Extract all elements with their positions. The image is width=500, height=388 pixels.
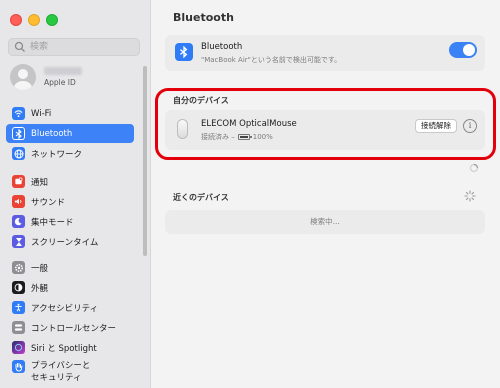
sidebar-search[interactable] [8,38,140,56]
sidebar-item-notifications[interactable]: 通知 [6,172,134,191]
sidebar-item-control-center[interactable]: コントロールセンター [6,318,134,337]
sidebar-item-general[interactable]: 一般 [6,258,134,277]
gear-icon [12,261,25,274]
control-center-icon [12,321,25,334]
sidebar-item-privacy-security[interactable]: プライバシーと セキュリティ [6,358,134,386]
apple-id-name-redacted [44,67,82,75]
speaker-icon [12,195,25,208]
zoom-button[interactable] [46,14,58,26]
accessibility-icon [12,301,25,314]
nearby-devices-card: 検索中... [165,210,485,234]
person-icon [14,69,32,90]
nearby-devices-heading: 近くのデバイス [173,193,229,202]
sidebar-item-label: 外観 [31,283,49,294]
sidebar-item-focus[interactable]: 集中モード [6,212,134,231]
sidebar-item-label: ネットワーク [31,149,83,160]
bluetooth-icon [175,43,193,61]
sidebar-item-siri-spotlight[interactable]: Siri と Spotlight [6,338,134,357]
sidebar-item-label: Bluetooth [31,128,73,139]
apple-id-label: Apple ID [44,78,76,87]
bluetooth-label: Bluetooth [201,42,243,52]
minimize-button[interactable] [28,14,40,26]
bluetooth-description: "MacBook Air"という名前で検出可能です。 [201,56,342,64]
sidebar-item-label: プライバシーと [31,361,91,371]
sidebar-item-label: 一般 [31,263,49,274]
toggle-knob [463,44,475,56]
close-button[interactable] [10,14,22,26]
sidebar-group-network: Wi-Fi Bluetooth ネットワーク [6,104,134,164]
sidebar-item-wifi[interactable]: Wi-Fi [6,104,134,123]
progress-spinner-icon [469,163,479,173]
sidebar-item-label: コントロールセンター [31,323,117,334]
sidebar-item-label: 集中モード [31,217,74,228]
hourglass-icon [12,235,25,248]
bluetooth-card: Bluetooth "MacBook Air"という名前で検出可能です。 [165,35,485,71]
highlight-annotation [155,88,496,160]
sidebar-item-label: スクリーンタイム [31,237,99,248]
sidebar-item-label: Siri と Spotlight [31,343,97,354]
search-input[interactable] [28,39,132,55]
apple-id-entry[interactable]: Apple ID [10,64,82,90]
search-icon [14,41,25,52]
sidebar-item-label: サウンド [31,197,66,208]
loading-spinner-icon [464,190,476,202]
globe-icon [12,147,25,160]
bell-icon [12,175,25,188]
window-controls [10,14,58,26]
sidebar-item-appearance[interactable]: 外観 [6,278,134,297]
sidebar-item-label-line2: セキュリティ [31,373,82,383]
main-pane: Bluetooth Bluetooth "MacBook Air"という名前で検… [151,0,500,388]
siri-icon [12,341,25,354]
appearance-icon [12,281,25,294]
sidebar-item-bluetooth[interactable]: Bluetooth [6,124,134,143]
sidebar: Apple ID Wi-Fi Bluetooth ネットワーク [0,0,151,388]
avatar [10,64,36,90]
settings-window: Apple ID Wi-Fi Bluetooth ネットワーク [0,0,500,388]
page-title: Bluetooth [173,11,234,24]
sidebar-item-label: 通知 [31,177,49,188]
sidebar-item-screen-time[interactable]: スクリーンタイム [6,232,134,251]
hand-icon [12,360,25,373]
sidebar-item-network[interactable]: ネットワーク [6,144,134,163]
sidebar-group-general: 一般 外観 アクセシビリティ コントロールセンター Siri と Spotlig… [6,258,134,387]
sidebar-scrollbar[interactable] [143,66,147,256]
bluetooth-icon [12,127,25,140]
searching-status: 検索中... [310,217,340,226]
sidebar-item-accessibility[interactable]: アクセシビリティ [6,298,134,317]
sidebar-item-label: アクセシビリティ [31,303,99,314]
sidebar-item-sound[interactable]: サウンド [6,192,134,211]
sidebar-item-label: Wi-Fi [31,108,52,119]
sidebar-group-notifications: 通知 サウンド 集中モード スクリーンタイム [6,172,134,252]
sidebar-item-label-wrap: プライバシーと セキュリティ [31,360,90,384]
bluetooth-toggle[interactable] [449,42,477,58]
moon-icon [12,215,25,228]
wifi-icon [12,107,25,120]
